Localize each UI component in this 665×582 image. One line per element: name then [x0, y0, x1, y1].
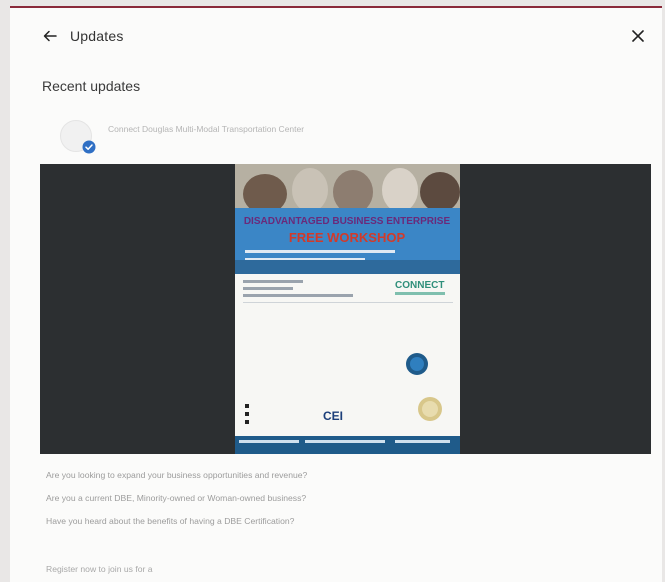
close-button[interactable]: [626, 24, 650, 48]
close-icon: [632, 30, 644, 42]
flyer-subhead: FREE WORKSHOP: [289, 230, 406, 245]
dialog-title: Updates: [70, 28, 124, 44]
post-header: Connect Douglas Multi-Modal Transportati…: [60, 116, 642, 156]
flyer-photo-strip: [235, 164, 460, 214]
verified-badge-icon: [82, 140, 96, 154]
back-button[interactable]: [38, 24, 62, 48]
post-body-line: Have you heard about the benefits of hav…: [46, 516, 295, 526]
post-body-line: Are you a current DBE, Minority-owned or…: [46, 493, 307, 503]
post-body-line: Are you looking to expand your business …: [46, 470, 308, 480]
post-body: Are you looking to expand your business …: [46, 470, 642, 539]
post-image[interactable]: DISADVANTAGED BUSINESS ENTERPRISE FREE W…: [40, 164, 651, 454]
flyer-image: DISADVANTAGED BUSINESS ENTERPRISE FREE W…: [235, 164, 460, 454]
post-cta: Register now to join us for a: [46, 564, 153, 574]
section-title: Recent updates: [42, 78, 141, 94]
dialog-header: Updates: [10, 8, 662, 66]
author-name[interactable]: Connect Douglas Multi-Modal Transportati…: [108, 124, 304, 134]
arrow-left-icon: [43, 30, 57, 42]
flyer-details: CONNECT CEI: [235, 274, 460, 454]
flyer-brand: CONNECT: [395, 280, 444, 291]
updates-dialog: Updates Recent updates Connect Douglas M…: [10, 6, 662, 582]
flyer-logo: CEI: [323, 409, 343, 423]
flyer-headline: DISADVANTAGED BUSINESS ENTERPRISE: [244, 216, 451, 227]
